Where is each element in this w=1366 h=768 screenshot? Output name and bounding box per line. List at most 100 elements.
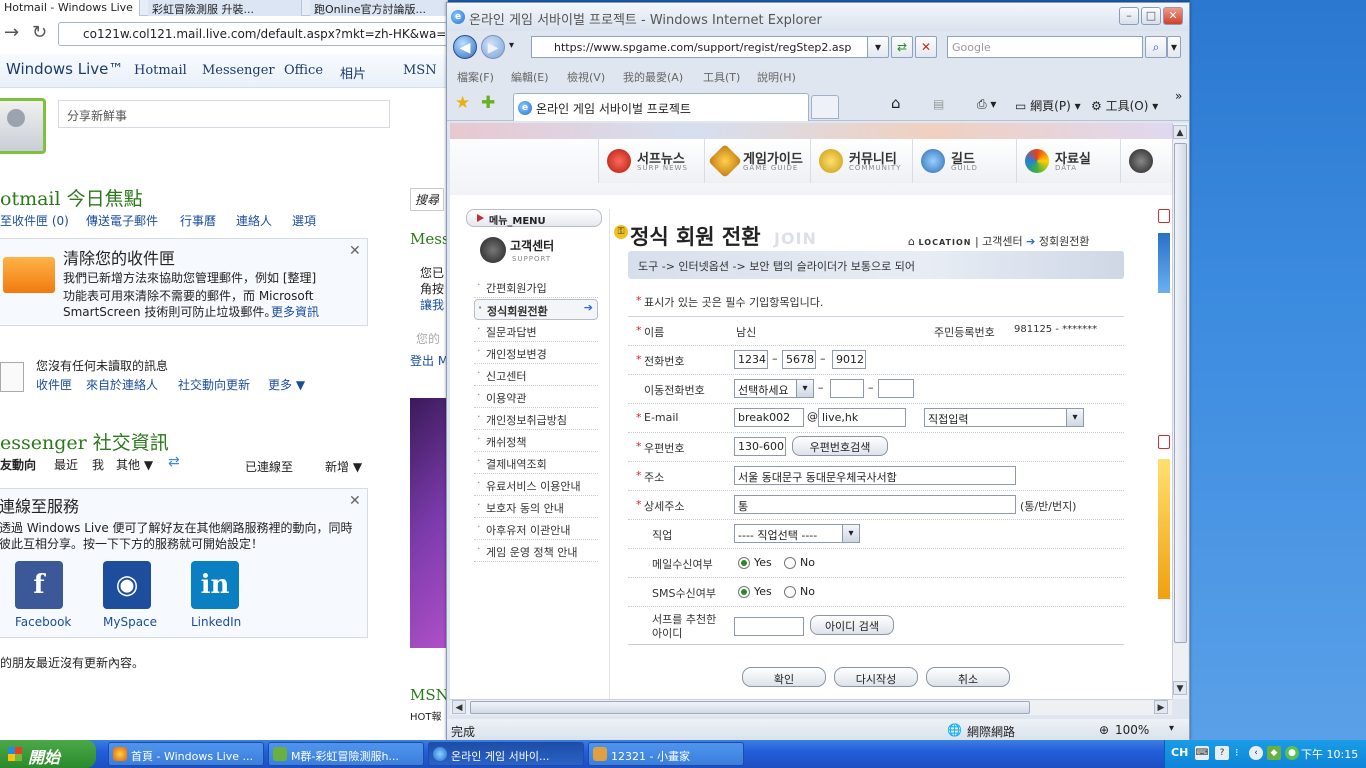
side-widget-mid[interactable]	[1158, 435, 1170, 449]
sidebar-item-cash-policy[interactable]: 캐쉬정책	[474, 431, 598, 452]
refresh-icon[interactable]: ⇄	[168, 454, 180, 470]
link-send-mail[interactable]: 傳送電子郵件	[86, 212, 158, 229]
add-favorite-icon[interactable]: ✚	[481, 93, 495, 113]
sidebar-item-quick-join[interactable]: 간편회원가입	[474, 277, 598, 298]
phone-field-3[interactable]: 9012	[832, 350, 866, 369]
unread-link-inbox[interactable]: 收件匣	[36, 376, 72, 393]
sidebar-item-edit-info[interactable]: 개인정보변경	[474, 343, 598, 364]
wl-nav-office[interactable]: Office	[284, 63, 323, 78]
sidebar-item-payments[interactable]: 결제내역조회	[474, 453, 598, 474]
forward-arrow-icon[interactable]: →	[4, 22, 19, 43]
tray-expand-icon[interactable]: ‹	[1249, 746, 1263, 760]
nav-surp-news[interactable]: 서프뉴스 SURP NEWS	[598, 139, 704, 183]
scroll-right-icon[interactable]: ▶	[1154, 700, 1168, 714]
ie-url-field[interactable]: https://www.spgame.com/support/regist/re…	[531, 36, 887, 58]
messenger-tab-recent[interactable]: 最近	[54, 456, 78, 473]
task-windows-live[interactable]: 首頁 - Windows Live ...	[108, 742, 264, 766]
wl-nav-hotmail[interactable]: Hotmail	[134, 63, 187, 78]
email-id-field[interactable]: break002	[734, 408, 804, 427]
nav-game-guide[interactable]: 게임가이드 GAME GUIDE	[704, 139, 810, 183]
ie-tab-active[interactable]: e 온라인 게임 서바이벌 프로젝트	[513, 93, 809, 121]
background-url-field[interactable]: co121w.col121.mail.live.com/default.aspx…	[58, 22, 448, 46]
sidebar-item-full-member[interactable]: 정식회원전환 ➔	[474, 299, 598, 320]
phone-field-2[interactable]: 5678	[782, 350, 816, 369]
link-calendar[interactable]: 行事曆	[180, 212, 216, 229]
wl-nav-messenger[interactable]: Messenger	[202, 63, 275, 78]
menu-view[interactable]: 檢視(V)	[567, 69, 605, 85]
horizontal-scrollbar[interactable]: ◀ ▶	[450, 699, 1172, 715]
horizontal-scroll-thumb[interactable]	[470, 701, 1030, 714]
link-contacts[interactable]: 連絡人	[236, 212, 272, 229]
zone-text[interactable]: 網際網路	[967, 723, 1015, 740]
sidebar-item-yahoo-transfer[interactable]: 아후유저 이관안내	[474, 519, 598, 540]
search-icon[interactable]: ⌕	[1145, 36, 1167, 58]
rewrite-button[interactable]: 다시작성	[834, 667, 918, 687]
zip-field[interactable]: 130-600	[734, 437, 786, 456]
url-dropdown-button[interactable]: ▾	[867, 36, 889, 58]
job-select[interactable]: ---- 직업선택 ----	[734, 524, 860, 543]
stop-button[interactable]: ✕	[915, 36, 937, 58]
search-options-icon[interactable]: ▾	[1167, 36, 1181, 58]
address-field[interactable]: 서울 동대문구 동대문우체국사서함	[734, 466, 1016, 485]
ie-window[interactable]: e 온라인 게임 서바이벌 프로젝트 - Windows Internet Ex…	[446, 2, 1190, 741]
sidebar-item-paid-service[interactable]: 유료서비스 이용안내	[474, 475, 598, 496]
refresh-button[interactable]: ⇄	[891, 36, 913, 58]
sidebar-item-qna[interactable]: 질문과답변	[474, 321, 598, 342]
sidebar-item-report[interactable]: 신고센터	[474, 365, 598, 386]
mail-no-radio[interactable]	[784, 557, 796, 569]
network-icon[interactable]: ◆	[1267, 746, 1281, 760]
scroll-left-icon[interactable]: ◀	[452, 700, 466, 714]
tray-options-icon[interactable]: ⁝	[1235, 746, 1239, 759]
link-inbox[interactable]: 至收件匣 (0)	[0, 212, 69, 229]
sms-yes-radio[interactable]	[738, 586, 750, 598]
close-window-button[interactable]: ✕	[1163, 7, 1183, 25]
clock[interactable]: 下午 10:15	[1301, 746, 1358, 762]
sms-no-radio[interactable]	[784, 586, 796, 598]
side-banner-blue[interactable]	[1158, 233, 1170, 293]
ie-title-bar[interactable]: e 온라인 게임 서바이벌 프로젝트 - Windows Internet Ex…	[447, 3, 1189, 31]
sidebar-item-terms[interactable]: 이용약관	[474, 387, 598, 408]
mobile-field-2[interactable]	[878, 379, 914, 398]
favorites-star-icon[interactable]: ★	[455, 93, 470, 113]
maximize-button[interactable]: □	[1141, 7, 1161, 25]
link-options[interactable]: 選項	[292, 212, 316, 229]
sidebar-item-privacy[interactable]: 개인정보취급방침	[474, 409, 598, 430]
unread-link-contacts[interactable]: 來自於連絡人	[86, 376, 158, 393]
mobile-prefix-select[interactable]: 선택하세요	[734, 379, 814, 398]
mail-yes-radio[interactable]	[738, 557, 750, 569]
wl-nav-msn[interactable]: MSN	[403, 63, 437, 78]
facebook-icon[interactable]: f	[15, 561, 63, 609]
messenger-tray-icon[interactable]: ●	[1285, 746, 1299, 760]
task-ie[interactable]: 온라인 게임 서바이...	[428, 742, 584, 766]
zip-search-button[interactable]: 우편번호검색	[792, 436, 888, 456]
keyboard-icon[interactable]: ⌨	[1195, 746, 1209, 760]
wl-nav-photos[interactable]: 相片	[340, 63, 366, 82]
email-domain-select[interactable]: 직접입력	[924, 408, 1084, 427]
forward-button[interactable]: ▶	[481, 35, 505, 59]
task-paint[interactable]: 12321 - 小畫家	[588, 742, 744, 766]
start-button[interactable]: 開始	[0, 740, 96, 768]
reload-icon[interactable]: ↻	[32, 22, 47, 43]
home-icon[interactable]: ⌂	[891, 94, 901, 112]
ie-search-field[interactable]: Google	[947, 36, 1143, 58]
print-icon[interactable]: ⎙ ▾	[977, 97, 996, 112]
add-menu[interactable]: 新增 ▼	[325, 458, 362, 475]
clean-more-link[interactable]: 更多資訊	[271, 303, 319, 320]
myspace-label[interactable]: MySpace	[103, 615, 157, 629]
search-box[interactable]: 搜尋	[410, 188, 445, 211]
phone-field-1[interactable]: 1234	[734, 350, 768, 369]
sidebar-item-game-policy[interactable]: 게임 운영 정책 안내	[474, 541, 598, 562]
unread-link-more[interactable]: 更多 ▼	[268, 376, 305, 393]
nav-guild[interactable]: 길드 GUILD	[912, 139, 1016, 183]
share-box[interactable]: 分享新鮮事	[58, 100, 390, 128]
minimize-button[interactable]: –	[1119, 7, 1139, 25]
right-link[interactable]: 讓我	[420, 296, 444, 313]
cancel-button[interactable]: 취소	[926, 667, 1010, 687]
background-browser-window[interactable]: Hotmail - Windows Live 彩虹冒險測服 升裝... 跑Onl…	[0, 0, 448, 740]
bg-tab-forum[interactable]: 跑Online官方討論版...	[310, 0, 448, 16]
tools-menu[interactable]: ⚙ 工具(O) ▾	[1091, 97, 1158, 114]
zoom-dropdown-icon[interactable]: ▾	[1169, 723, 1174, 734]
messenger-tab-friends[interactable]: 友動向	[0, 456, 36, 473]
close-icon[interactable]: ✕	[349, 493, 361, 509]
history-dropdown-icon[interactable]: ▾	[509, 40, 514, 51]
